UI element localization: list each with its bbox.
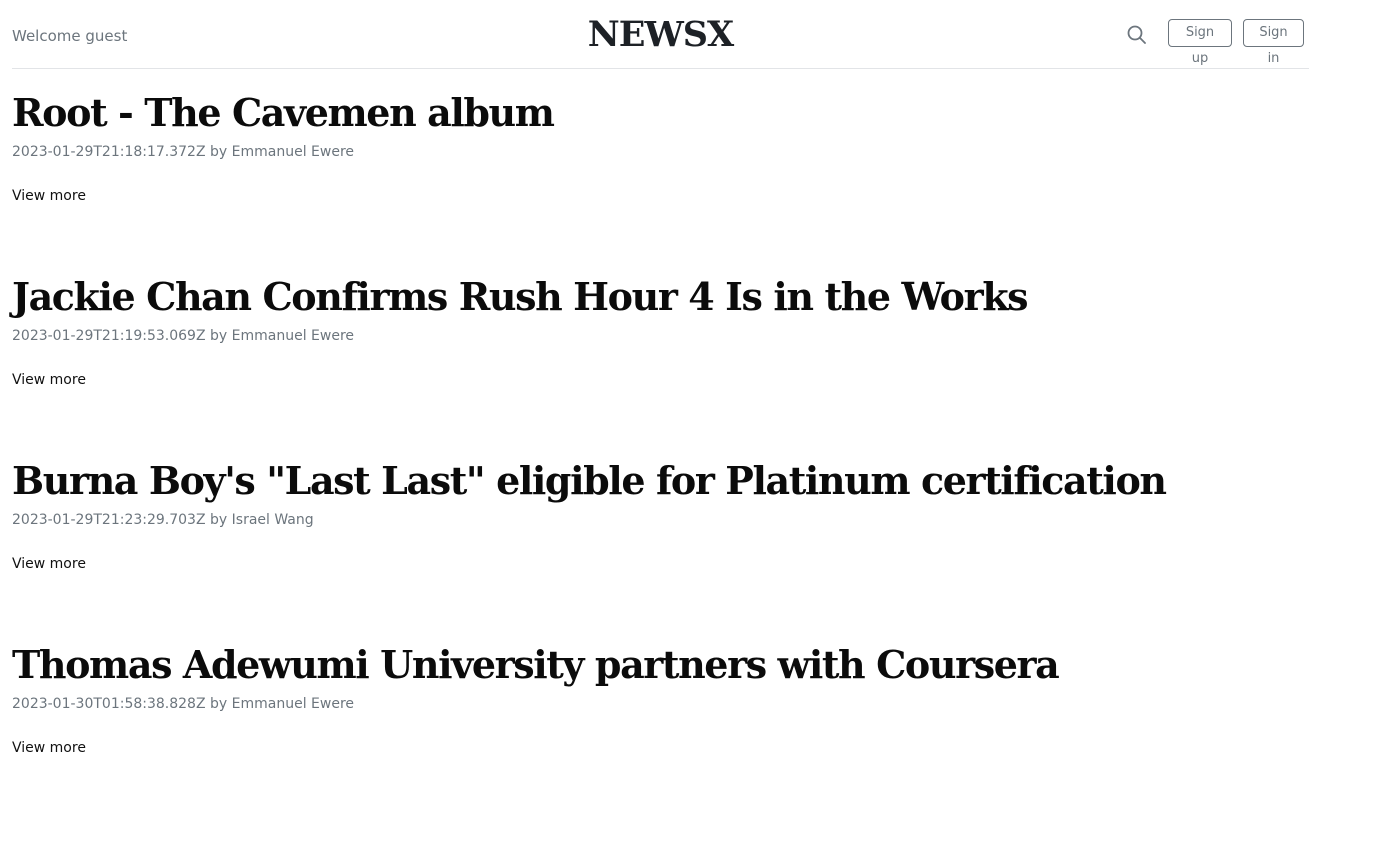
article-list: Root - The Cavemen album 2023-01-29T21:1… xyxy=(12,88,1312,824)
article-item: Thomas Adewumi University partners with … xyxy=(12,640,1312,824)
article-date: 2023-01-29T21:23:29.703Z xyxy=(12,512,206,528)
sign-up-button[interactable]: Sign up xyxy=(1168,19,1232,66)
article-title: Jackie Chan Confirms Rush Hour 4 Is in t… xyxy=(12,274,1029,319)
article-author: Emmanuel Ewere xyxy=(231,696,355,712)
article-by: by xyxy=(210,696,228,712)
article-title: Root - The Cavemen album xyxy=(12,90,555,135)
view-more-link[interactable]: View more xyxy=(12,372,86,388)
welcome-text: Welcome guest xyxy=(12,27,128,45)
view-more-link[interactable]: View more xyxy=(12,740,86,756)
article-by: by xyxy=(210,328,228,344)
site-header: Welcome guest NEWSX Sign up Sign in xyxy=(12,0,1309,69)
article-item: Root - The Cavemen album 2023-01-29T21:1… xyxy=(12,88,1312,272)
brand-wrapper: NEWSX xyxy=(12,14,1309,55)
article-item: Burna Boy's "Last Last" eligible for Pla… xyxy=(12,456,1312,640)
article-date: 2023-01-29T21:18:17.372Z xyxy=(12,144,206,160)
article-title: Thomas Adewumi University partners with … xyxy=(12,642,1060,687)
article-title: Burna Boy's "Last Last" eligible for Pla… xyxy=(12,458,1167,503)
article-meta: 2023-01-29T21:19:53.069Z by Emmanuel Ewe… xyxy=(12,328,354,344)
article-author: Emmanuel Ewere xyxy=(231,328,355,344)
article-date: 2023-01-29T21:19:53.069Z xyxy=(12,328,206,344)
search-icon[interactable] xyxy=(1126,24,1148,46)
article-author: Emmanuel Ewere xyxy=(231,144,355,160)
article-by: by xyxy=(210,144,228,160)
view-more-link[interactable]: View more xyxy=(12,188,86,204)
article-meta: 2023-01-29T21:18:17.372Z by Emmanuel Ewe… xyxy=(12,144,354,160)
article-item: Jackie Chan Confirms Rush Hour 4 Is in t… xyxy=(12,272,1312,456)
article-by: by xyxy=(210,512,228,528)
article-author: Israel Wang xyxy=(231,512,314,528)
article-meta: 2023-01-29T21:23:29.703Z by Israel Wang xyxy=(12,512,314,528)
view-more-link[interactable]: View more xyxy=(12,556,86,572)
sign-in-button[interactable]: Sign in xyxy=(1243,19,1304,66)
article-meta: 2023-01-30T01:58:38.828Z by Emmanuel Ewe… xyxy=(12,696,354,712)
article-date: 2023-01-30T01:58:38.828Z xyxy=(12,696,206,712)
page: Welcome guest NEWSX Sign up Sign in Root… xyxy=(0,0,1398,841)
site-logo[interactable]: NEWSX xyxy=(588,14,734,55)
